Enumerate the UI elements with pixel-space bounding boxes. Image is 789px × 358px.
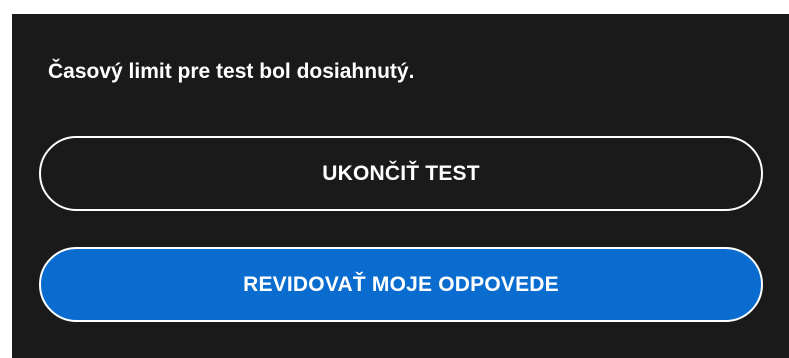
end-test-button-label: UKONČIŤ TEST xyxy=(322,161,480,185)
review-answers-button-label: REVIDOVAŤ MOJE ODPOVEDE xyxy=(243,272,559,296)
review-answers-button[interactable]: REVIDOVAŤ MOJE ODPOVEDE xyxy=(39,247,763,322)
end-test-button[interactable]: UKONČIŤ TEST xyxy=(39,136,763,211)
time-limit-message: Časový limit pre test bol dosiahnutý. xyxy=(48,60,415,83)
time-limit-dialog: Časový limit pre test bol dosiahnutý. UK… xyxy=(12,14,789,358)
